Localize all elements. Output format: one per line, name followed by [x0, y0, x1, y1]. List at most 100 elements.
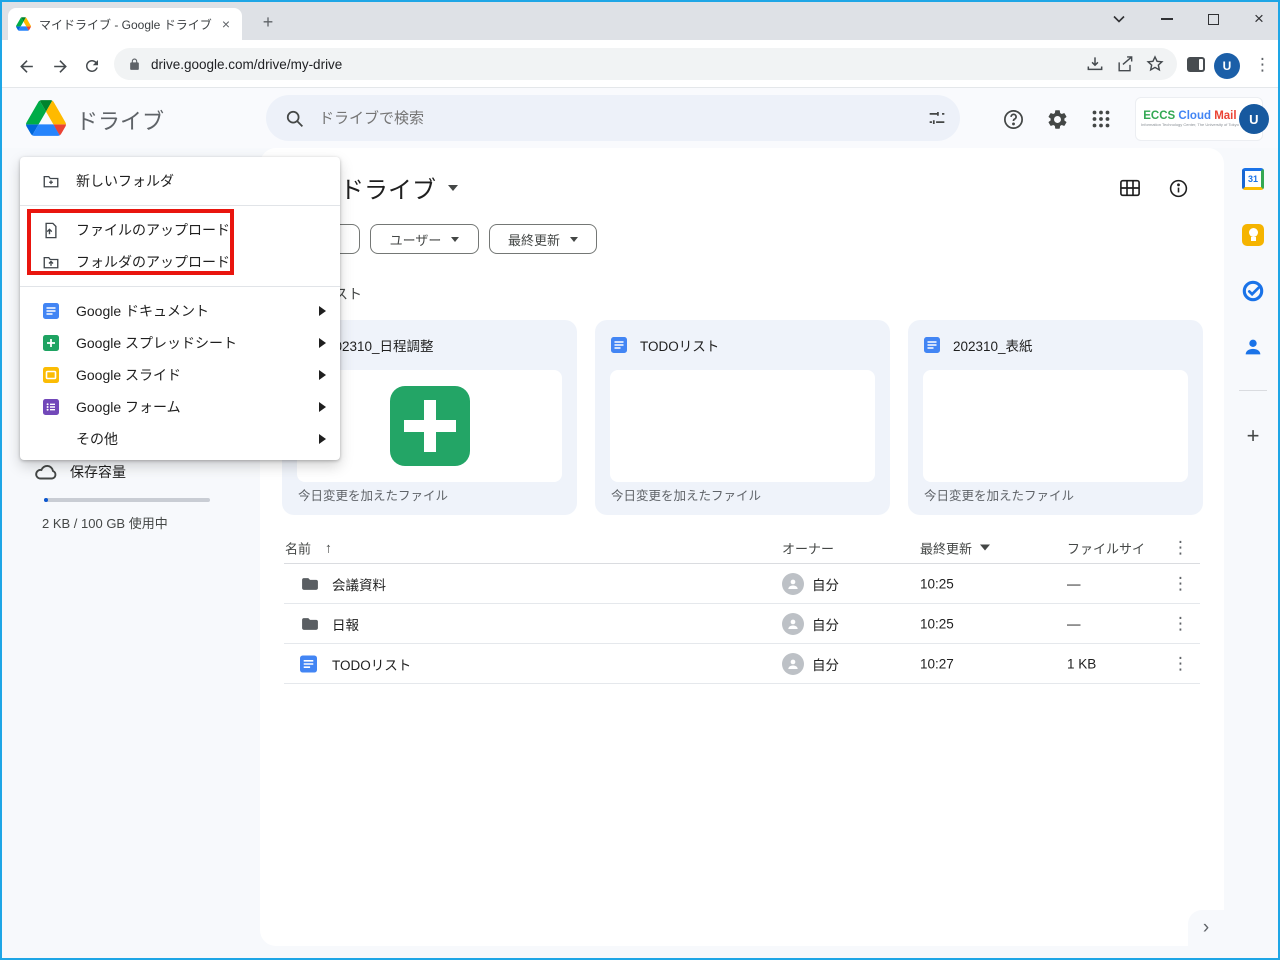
menu-divider [20, 205, 340, 206]
drive-profile-avatar[interactable]: U [1238, 104, 1269, 134]
column-owner[interactable]: オーナー [782, 538, 834, 557]
search-input[interactable] [319, 109, 926, 127]
owner-cell: 自分 [782, 652, 839, 675]
submenu-arrow-icon [319, 434, 326, 444]
bookmark-star-icon[interactable] [1145, 54, 1165, 74]
storage-usage-text: 2 KB / 100 GB 使用中 [42, 516, 168, 531]
menu-item-label: Google スライド [76, 367, 182, 383]
tab-search-icon[interactable] [1102, 4, 1136, 34]
chip-caret-icon [570, 236, 578, 242]
menu-item-google-sheets[interactable]: Google スプレッドシート [20, 327, 340, 359]
menu-item-more[interactable]: その他 [20, 423, 340, 455]
file-card-caption: 今日変更を加えたファイル [298, 489, 449, 503]
lock-icon [130, 58, 139, 70]
chip-caret-icon [451, 236, 460, 242]
side-panel-icon[interactable] [1187, 57, 1205, 72]
google-sheets-icon [42, 334, 60, 352]
file-card[interactable]: 202310_表紙 今日変更を加えたファイル [908, 320, 1203, 515]
minimize-button[interactable] [1150, 4, 1184, 34]
window-close-button[interactable]: × [1242, 4, 1276, 34]
menu-divider [20, 286, 340, 287]
column-size[interactable]: ファイルサイ [1067, 538, 1145, 557]
maximize-button[interactable] [1196, 4, 1230, 34]
table-options-icon[interactable]: ⋮ [1172, 538, 1189, 558]
browser-profile-avatar[interactable]: U [1214, 53, 1240, 79]
browser-window: マイドライブ - Google ドライブ × + × drive.google.… [0, 0, 1280, 960]
folder-icon [300, 574, 320, 594]
row-options-icon[interactable]: ⋮ [1172, 614, 1189, 634]
info-icon[interactable] [1164, 174, 1192, 202]
menu-item-new-folder[interactable]: 新しいフォルダ [20, 165, 340, 197]
apps-grid-icon[interactable] [1088, 106, 1114, 132]
storage-progress-bar [44, 498, 210, 502]
menu-item-label: 新しいフォルダ [76, 173, 174, 189]
install-icon[interactable] [1085, 54, 1105, 74]
file-card-caption: 今日変更を加えたファイル [924, 489, 1075, 503]
calendar-icon[interactable]: 31 [1241, 167, 1265, 191]
new-tab-button[interactable]: + [256, 10, 280, 34]
search-options-icon[interactable] [926, 107, 948, 129]
drive-logo-icon [26, 100, 66, 136]
get-addons-icon[interactable]: + [1241, 423, 1265, 448]
docs-file-icon [611, 337, 627, 353]
reload-button[interactable] [78, 52, 106, 80]
browser-tab[interactable]: マイドライブ - Google ドライブ × [8, 8, 242, 40]
google-docs-icon [42, 302, 60, 320]
url-text: drive.google.com/drive/my-drive [151, 56, 343, 72]
tasks-icon[interactable] [1241, 279, 1265, 303]
menu-item-google-docs[interactable]: Google ドキュメント [20, 295, 340, 327]
browser-menu-icon[interactable]: ⋮ [1254, 55, 1271, 75]
settings-gear-icon[interactable] [1044, 106, 1070, 132]
table-header: 名前 ↑ オーナー 最終更新 ファイルサイ ⋮ [284, 532, 1200, 564]
drive-search-bar[interactable] [266, 95, 960, 141]
owner-avatar [782, 612, 804, 635]
owner-avatar [782, 652, 804, 675]
submenu-arrow-icon [319, 370, 326, 380]
file-name: TODOリスト [332, 657, 412, 673]
side-panel-corner: › [1188, 910, 1224, 946]
file-name: 会議資料 [332, 577, 386, 593]
storage-label[interactable]: 保存容量 [70, 462, 126, 482]
menu-item-label: Google ドキュメント [76, 303, 210, 319]
contacts-icon[interactable] [1241, 335, 1265, 359]
column-name[interactable]: 名前 ↑ [285, 538, 332, 557]
menu-item-google-forms[interactable]: Google フォーム [20, 391, 340, 423]
file-thumbnail [923, 370, 1188, 482]
filter-chip-modified[interactable]: 最終更新 [489, 224, 597, 254]
submenu-arrow-icon [319, 338, 326, 348]
tab-close-icon[interactable]: × [218, 16, 234, 32]
row-options-icon[interactable]: ⋮ [1172, 654, 1189, 674]
share-icon[interactable] [1115, 54, 1135, 74]
forward-button[interactable] [46, 52, 74, 80]
modified-cell: 10:25 [920, 616, 954, 631]
expand-panel-chevron-icon[interactable]: › [1203, 917, 1209, 939]
account-card[interactable]: ECCS Cloud Mail Information Technology C… [1135, 97, 1269, 141]
address-bar[interactable]: drive.google.com/drive/my-drive [114, 48, 1177, 80]
cloud-icon [35, 465, 57, 480]
size-cell: 1 KB [1067, 656, 1097, 671]
modified-cell: 10:27 [920, 656, 954, 671]
back-button[interactable] [12, 52, 40, 80]
table-row[interactable]: 会議資料 自分 10:25 — ⋮ [284, 564, 1200, 604]
menu-item-google-slides[interactable]: Google スライド [20, 359, 340, 391]
google-slides-icon [42, 366, 60, 384]
row-options-icon[interactable]: ⋮ [1172, 574, 1189, 594]
filter-chip-people[interactable]: ユーザー [370, 224, 479, 254]
folder-icon [300, 614, 320, 634]
owner-cell: 自分 [782, 572, 839, 595]
file-card[interactable]: TODOリスト 今日変更を加えたファイル [595, 320, 890, 515]
google-forms-icon [42, 398, 60, 416]
table-row[interactable]: 日報 自分 10:25 — ⋮ [284, 604, 1200, 644]
keep-icon[interactable] [1241, 223, 1265, 247]
tab-title: マイドライブ - Google ドライブ [39, 17, 212, 32]
column-modified[interactable]: 最終更新 [920, 538, 991, 557]
annotation-highlight-box [27, 209, 234, 275]
menu-item-label: Google スプレッドシート [76, 335, 238, 351]
help-icon[interactable] [1000, 106, 1026, 132]
rail-divider [1239, 390, 1267, 391]
table-row[interactable]: TODOリスト 自分 10:27 1 KB ⋮ [284, 644, 1200, 684]
new-folder-icon [42, 172, 60, 190]
layout-toggle-icon[interactable] [1116, 174, 1144, 202]
submenu-arrow-icon [319, 306, 326, 316]
search-icon [286, 110, 303, 127]
